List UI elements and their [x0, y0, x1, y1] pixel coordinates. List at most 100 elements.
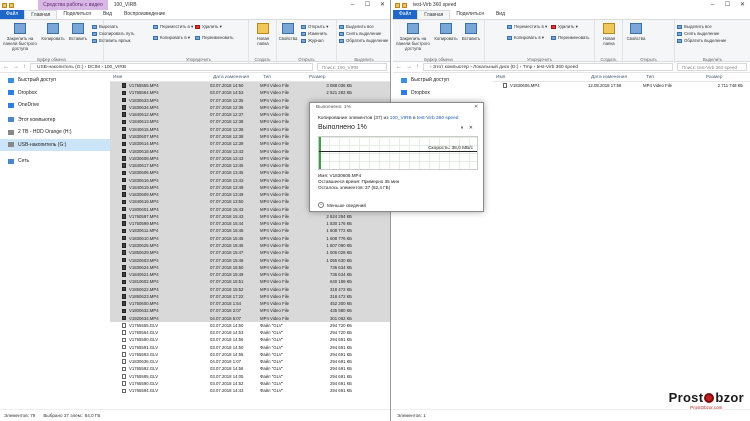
invert-selection-button[interactable]: Обратить выделение [677, 38, 726, 43]
copy-to-button[interactable]: Копировать в ▾ [507, 35, 544, 40]
column-size[interactable]: Размер [306, 75, 354, 80]
file-row[interactable]: V1765564.GLV 03.07.2018 14:53 Файл "GLV" 29… [110, 329, 390, 336]
file-row[interactable]: V1830611.MP4 07.07.2018 15:45 MP4 Video Fi… [110, 227, 390, 235]
delete-button[interactable]: Удалить ▾ [195, 24, 222, 29]
column-name[interactable]: Имя [493, 75, 588, 80]
file-row[interactable]: V1800632.MP4 07.07.2018 2:07 MP4 Video Fil… [110, 307, 390, 315]
less-details-button[interactable]: ⌃ Меньше сведений [318, 202, 366, 208]
paste-shortcut-button[interactable]: Вставить ярлык [92, 38, 130, 43]
address-bar[interactable]: USB-накопитель (G:) › DCIM › 100_VIRB [30, 63, 313, 71]
properties-button[interactable]: Свойства [277, 23, 299, 41]
properties-button[interactable]: Свойства [625, 23, 647, 41]
forward-button[interactable]: → [13, 64, 19, 70]
file-row[interactable]: V1830606.MP4 12.08.2018 17:58 MP4 Video Fi… [493, 82, 750, 89]
column-name[interactable]: Имя [110, 75, 210, 80]
save-icon[interactable] [9, 2, 14, 8]
nav-item-usb[interactable]: USB-накопитель (G:) [0, 138, 110, 151]
copy-button[interactable]: Копировать [433, 23, 459, 41]
select-all-button[interactable]: Выделить все [677, 24, 712, 29]
rename-button[interactable]: Переименовать [551, 35, 590, 40]
tab-file[interactable]: Файл [393, 10, 418, 19]
nav-item-star[interactable]: Быстрый доступ [393, 74, 493, 87]
minimize-button[interactable]: – [705, 0, 720, 10]
maximize-button[interactable]: ☐ [720, 0, 735, 10]
up-button[interactable]: ↑ [23, 64, 26, 70]
copy-path-button[interactable]: Скопировать путь [92, 31, 135, 36]
dialog-close-button[interactable]: ✕ [469, 103, 483, 112]
pause-button[interactable]: ⏸ [461, 125, 464, 131]
file-row[interactable]: V1840621.MP4 07.07.2018 15:49 MP4 Video Fi… [110, 270, 390, 279]
paste-button[interactable]: Вставить [461, 23, 481, 41]
file-row[interactable]: V1830624.MP4 07.07.2018 15:50 MP4 Video Fi… [110, 263, 390, 271]
file-row[interactable]: V1765590.GLV 03.07.2018 14:52 Файл "GLV" 29… [110, 380, 390, 387]
minimize-button[interactable]: – [345, 0, 360, 10]
file-row[interactable]: V1760600.MP4 07.07.2018 1:54 MP4 Video Fil… [110, 299, 390, 308]
file-row[interactable]: V1850629.MP4 07.07.2018 15:47 MP4 Video Fi… [110, 249, 390, 257]
file-row[interactable]: V1765593.GLV 03.07.2018 14:55 Файл "GLV" 29… [110, 351, 390, 358]
file-row[interactable]: V1765555.MP4 03.07.2018 14:50 MP4 Video Fi… [110, 82, 390, 90]
forward-button[interactable]: → [406, 64, 412, 70]
delete-button[interactable]: Удалить ▾ [551, 24, 578, 29]
file-row[interactable]: V1850622.MP4 07.07.2018 15:52 MP4 Video Fi… [110, 285, 390, 293]
move-to-button[interactable]: Переместить в ▾ [153, 24, 193, 29]
nav-item-drive[interactable]: 2 TB - HDD Orange (H:) [0, 126, 110, 139]
tab-share[interactable]: Поделиться [450, 10, 490, 19]
invert-selection-button[interactable]: Обратить выделение [339, 38, 388, 43]
file-row[interactable]: V1820603.MP4 07.07.2018 15:48 MP4 Video Fi… [110, 256, 390, 264]
file-row[interactable]: V1765592.GLV 03.07.2018 14:56 Файл "GLV" 29… [110, 365, 390, 372]
file-row[interactable]: V1850623.MP4 07.07.2018 17:22 MP4 Video Fi… [110, 292, 390, 300]
column-type[interactable]: Тип [643, 75, 703, 80]
file-row[interactable]: V1830625.MP4 07.07.2018 15:46 MP4 Video Fi… [110, 241, 390, 250]
new-folder-button[interactable]: Новая папка [597, 23, 621, 46]
tab-playback[interactable]: Воспроизведение [118, 10, 171, 19]
nav-item-dropbox[interactable]: Dropbox [0, 87, 110, 100]
copy-to-button[interactable]: Копировать в ▾ [153, 35, 190, 40]
context-tab-video[interactable]: Средства работы с видео [38, 0, 108, 10]
address-bar[interactable]: › Этот компьютер › Локальный диск (D:) ›… [423, 63, 673, 71]
tab-file[interactable]: Файл [0, 10, 25, 19]
tab-home[interactable]: Главная [24, 10, 58, 19]
search-input[interactable]: Поиск: 100_VIRB [317, 63, 387, 71]
back-button[interactable]: ← [396, 64, 402, 70]
file-row[interactable]: V1765590.GLV 03.07.2018 14:56 Файл "GLV" 29… [110, 336, 390, 343]
rename-button[interactable]: Переименовать [195, 35, 234, 40]
nav-item-dropbox[interactable]: Dropbox [393, 87, 493, 100]
tab-view[interactable]: Вид [97, 10, 118, 19]
cancel-button[interactable]: ✕ [469, 125, 473, 131]
column-date[interactable]: Дата изменения [210, 75, 260, 80]
nav-item-network[interactable]: Сеть [0, 155, 110, 168]
maximize-button[interactable]: ☐ [360, 0, 375, 10]
history-button[interactable]: Журнал [301, 38, 324, 43]
select-none-button[interactable]: Снять выделение [339, 31, 381, 36]
column-size[interactable]: Размер [703, 75, 743, 80]
file-row[interactable]: V1765591.GLV 03.07.2018 14:50 Файл "GLV" 29… [110, 344, 390, 351]
file-row[interactable]: V1765555.GLV 03.07.2018 14:50 Файл "GLV" 29… [110, 322, 390, 329]
up-button[interactable]: ↑ [416, 64, 419, 70]
tab-share[interactable]: Поделиться [57, 10, 97, 19]
close-button[interactable]: ✕ [735, 0, 750, 10]
file-row[interactable]: V1830610.MP4 07.07.2018 15:45 MP4 Video Fi… [110, 234, 390, 242]
file-row[interactable]: V1765594.GLV 03.07.2018 14:43 Файл "GLV" 29… [110, 387, 390, 394]
cut-button[interactable]: Вырезать [92, 24, 118, 29]
column-type[interactable]: Тип [260, 75, 306, 80]
back-button[interactable]: ← [3, 64, 9, 70]
nav-item-computer[interactable]: Этот компьютер [0, 114, 110, 127]
destination-folder-link[interactable]: test-Virb 360 speed [417, 116, 459, 121]
nav-item-cloud[interactable]: OneDrive [0, 99, 110, 112]
paste-button[interactable]: Вставить [68, 23, 88, 41]
file-row[interactable]: V1760597.MP4 07.07.2018 15:43 MP4 Video Fi… [110, 212, 390, 221]
nav-item-star[interactable]: Быстрый доступ [0, 74, 110, 87]
column-date[interactable]: Дата изменения [588, 75, 643, 80]
new-folder-button[interactable]: Новая папка [251, 23, 275, 46]
tab-home[interactable]: Главная [417, 10, 451, 19]
close-button[interactable]: ✕ [375, 0, 390, 10]
pin-button[interactable]: Закрепить на панели быстрого доступа [2, 23, 38, 51]
file-row[interactable]: V1760599.MP4 07.07.2018 15:44 MP4 Video Fi… [110, 220, 390, 228]
source-folder-link[interactable]: 100_VIRB [390, 116, 412, 121]
move-to-button[interactable]: Переместить в ▾ [507, 24, 547, 29]
save-icon[interactable] [402, 2, 407, 8]
file-row[interactable]: V1810602.MP4 07.07.2018 15:51 MP4 Video Fi… [110, 278, 390, 286]
tab-view[interactable]: Вид [490, 10, 511, 19]
file-row[interactable]: V1830636.GLV 04.07.2018 1:07 Файл "GLV" 294… [110, 358, 390, 365]
copy-button[interactable]: Копировать [40, 23, 66, 41]
